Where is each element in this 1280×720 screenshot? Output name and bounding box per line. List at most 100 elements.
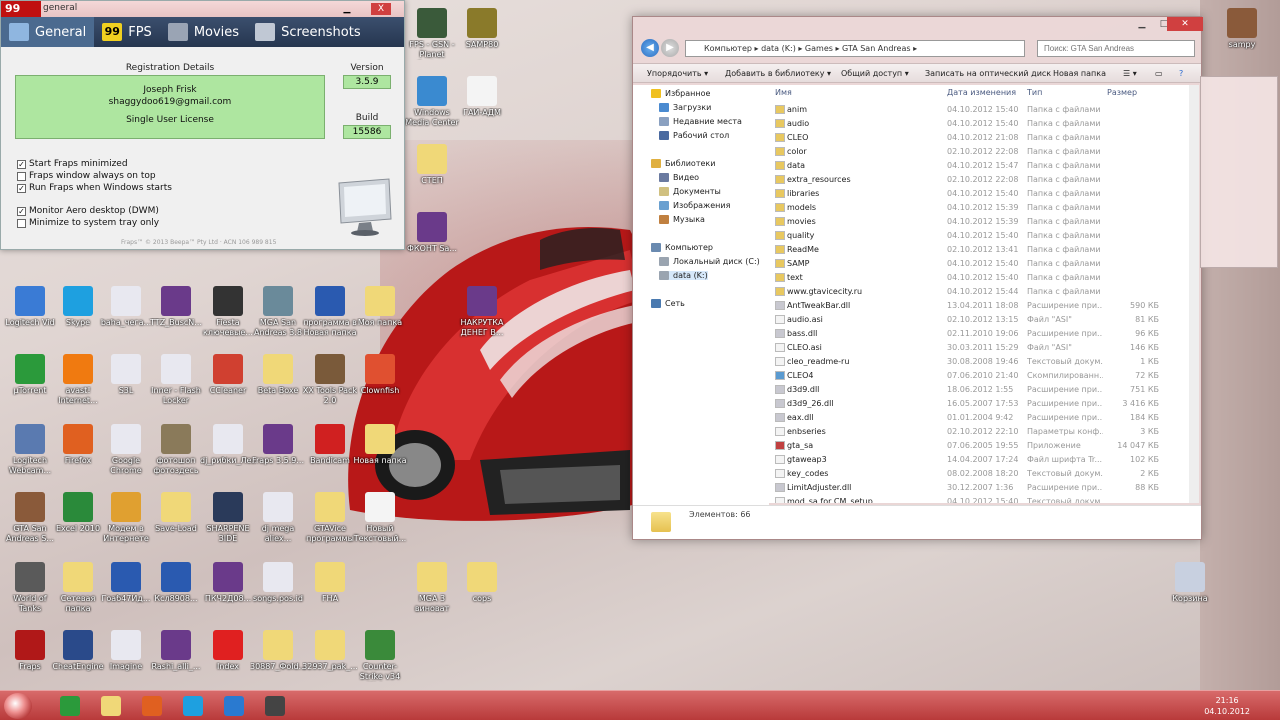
checkbox[interactable]: ✓ — [17, 183, 26, 193]
desktop-shortcut[interactable]: ФКОНТ Sa... — [404, 212, 460, 254]
column-type[interactable]: Тип — [1027, 88, 1042, 97]
table-row[interactable]: key_codes 08.02.2008 18:20 Текстовый докум… — [769, 467, 1193, 481]
desktop-shortcut[interactable]: Корзина — [1162, 562, 1218, 604]
nav-item[interactable]: Загрузки — [659, 103, 711, 112]
desktop-shortcut[interactable]: sampy — [1214, 8, 1270, 50]
taskbar-button[interactable] — [52, 693, 88, 719]
desktop-shortcut[interactable]: 30887_Фold... — [250, 630, 306, 672]
desktop-shortcut[interactable]: SHARPENE ЗIDE — [200, 492, 256, 544]
table-row[interactable]: cleo_readme-ru 30.08.2008 19:46 Текстовый … — [769, 355, 1193, 369]
tab-fps[interactable]: 99 FPS — [94, 17, 160, 47]
table-row[interactable]: CLEO.asi 30.03.2011 15:29 Файл "ASI" 146 КБ — [769, 341, 1193, 355]
table-row[interactable]: SAMP 04.10.2012 15:40 Папка с файлами — [769, 257, 1193, 271]
nav-item[interactable]: Недавние места — [659, 117, 742, 126]
column-size[interactable]: Размер — [1107, 88, 1137, 97]
table-row[interactable]: eax.dll 01.01.2004 9:42 Расширение при... 1… — [769, 411, 1193, 425]
desktop-shortcut[interactable]: Fraps 3.5.9... — [250, 424, 306, 466]
option-minimize-tray[interactable]: Minimize to system tray only — [17, 218, 159, 228]
option-run-on-start[interactable]: ✓ Run Fraps when Windows starts — [17, 183, 172, 193]
minimize-icon[interactable]: ▁ — [337, 3, 357, 15]
table-row[interactable]: www.gtavicecity.ru 04.10.2012 15:44 Папка … — [769, 285, 1193, 299]
nav-item[interactable]: Библиотеки — [651, 159, 715, 168]
breadcrumb-games[interactable]: Games — [805, 44, 833, 53]
share-button[interactable]: Общий доступ ▾ — [841, 69, 909, 78]
desktop-shortcut[interactable]: dj_рибки_Ле... — [200, 424, 256, 466]
desktop-shortcut[interactable]: GTAVice программы — [302, 492, 358, 544]
desktop-shortcut[interactable]: Новый Текстовый... — [352, 492, 408, 544]
desktop-shortcut[interactable]: baha_чега... — [98, 286, 154, 328]
desktop-shortcut[interactable]: Clownfish — [352, 354, 408, 396]
breadcrumb-computer[interactable]: Компьютер — [704, 44, 752, 53]
desktop-shortcut[interactable]: Save-Load — [148, 492, 204, 534]
table-row[interactable]: CLEO4 07.06.2010 21:40 Скомпилированн... 72… — [769, 369, 1193, 383]
table-row[interactable]: bass.dll 02.11.2010 19:06 Расширение при..… — [769, 327, 1193, 341]
nav-item[interactable]: Компьютер — [651, 243, 713, 252]
taskbar-button[interactable] — [175, 693, 211, 719]
taskbar-button[interactable] — [216, 693, 252, 719]
desktop-shortcut[interactable]: Fiesta ключевые... — [200, 286, 256, 338]
desktop-shortcut[interactable]: Rashi_alli_... — [148, 630, 204, 672]
desktop-shortcut[interactable]: Counter-Strike v34 Web... — [352, 630, 408, 682]
view-options-icon[interactable]: ☰ ▾ — [1123, 69, 1137, 78]
nav-item[interactable]: Рабочий стол — [659, 131, 729, 140]
desktop-shortcut[interactable]: TTZ_BuscN... — [148, 286, 204, 328]
checkbox[interactable]: ✓ — [17, 159, 26, 169]
table-row[interactable]: enbseries 02.10.2012 22:10 Параметры конф.… — [769, 425, 1193, 439]
desktop-shortcut[interactable]: фотошоп фотоздесь — [148, 424, 204, 476]
table-row[interactable]: data 04.10.2012 15:47 Папка с файлами — [769, 159, 1193, 173]
fraps-title-bar[interactable]: 99 general ▁ X — [1, 1, 404, 17]
breadcrumb-gta[interactable]: GTA San Andreas — [842, 44, 911, 53]
new-folder-button[interactable]: Новая папка — [1053, 69, 1106, 78]
table-row[interactable]: audio.asi 02.10.2012 13:15 Файл "ASI" 81 КБ — [769, 313, 1193, 327]
nav-item[interactable]: Избранное — [651, 89, 710, 98]
option-start-minimized[interactable]: ✓ Start Fraps minimized — [17, 159, 128, 169]
desktop-shortcut[interactable]: Imagine — [98, 630, 154, 672]
nav-item[interactable]: Изображения — [659, 201, 730, 210]
column-name[interactable]: Имя — [775, 88, 792, 97]
desktop-shortcut[interactable]: cops — [454, 562, 510, 604]
clock[interactable]: 21:16 04.10.2012 — [1204, 695, 1250, 717]
organize-button[interactable]: Упорядочить ▾ — [647, 69, 708, 78]
desktop-shortcut[interactable]: Windows Media Center — [404, 76, 460, 128]
breadcrumb-drive[interactable]: data (K:) — [761, 44, 796, 53]
preview-pane-icon[interactable]: ▭ — [1155, 69, 1163, 78]
desktop-shortcut[interactable]: SAMP80 — [454, 8, 510, 50]
table-row[interactable]: libraries 04.10.2012 15:40 Папка с файлами — [769, 187, 1193, 201]
table-row[interactable]: d3d9.dll 18.06.2012 1:55 Расширение при...… — [769, 383, 1193, 397]
taskbar-button[interactable] — [93, 693, 129, 719]
desktop-shortcut[interactable]: СТЕП — [404, 144, 460, 186]
close-icon[interactable]: ✕ — [1167, 17, 1203, 31]
desktop-shortcut[interactable]: FHA — [302, 562, 358, 604]
scrollbar[interactable] — [1189, 85, 1199, 503]
nav-item[interactable]: data (K:) — [659, 271, 708, 280]
table-row[interactable]: d3d9_26.dll 16.05.2007 17:53 Расширение пр… — [769, 397, 1193, 411]
desktop-shortcut[interactable]: НАКРУТКА ДЕНЕГ В... — [454, 286, 510, 338]
table-row[interactable]: CLEO 04.10.2012 21:08 Папка с файлами — [769, 131, 1193, 145]
table-row[interactable]: AntTweakBar.dll 13.04.2011 18:08 Расширени… — [769, 299, 1193, 313]
desktop-shortcut[interactable]: Моя папка — [352, 286, 408, 328]
table-row[interactable]: extra_resources 02.10.2012 22:08 Папка с ф… — [769, 173, 1193, 187]
desktop-shortcut[interactable]: MGA 3 виноват — [404, 562, 460, 614]
table-row[interactable]: models 04.10.2012 15:39 Папка с файлами — [769, 201, 1193, 215]
table-row[interactable]: text 04.10.2012 15:40 Папка с файлами — [769, 271, 1193, 285]
option-monitor-aero[interactable]: ✓ Monitor Aero desktop (DWM) — [17, 206, 159, 216]
desktop-shortcut[interactable]: 32937_pak_... — [302, 630, 358, 672]
column-date[interactable]: Дата изменения — [947, 88, 1016, 97]
checkbox[interactable]: ✓ — [17, 206, 26, 216]
table-row[interactable]: ReadMe 02.10.2012 13:41 Папка с файлами — [769, 243, 1193, 257]
desktop-shortcut[interactable]: Google Chrome — [98, 424, 154, 476]
desktop-shortcut[interactable]: Inner - Flash Locker — [148, 354, 204, 406]
checkbox[interactable] — [17, 218, 26, 228]
taskbar-button[interactable] — [257, 693, 293, 719]
nav-item[interactable]: Видео — [659, 173, 699, 182]
desktop-shortcut[interactable]: FPS - GSN - Planet System — [404, 8, 460, 60]
table-row[interactable]: LimitAdjuster.dll 30.12.2007 1:36 Расширен… — [769, 481, 1193, 495]
desktop-shortcut[interactable]: Новая папка — [352, 424, 408, 466]
background-window[interactable] — [1200, 76, 1278, 268]
desktop-shortcut[interactable]: ПКЧ2Д08... — [200, 562, 256, 604]
desktop-shortcut[interactable]: Bandicam — [302, 424, 358, 466]
forward-arrow-icon[interactable]: ▶ — [661, 39, 679, 57]
table-row[interactable]: mod_sa for CM_setup 04.10.2012 15:40 Текст… — [769, 495, 1193, 503]
table-row[interactable]: movies 04.10.2012 15:39 Папка с файлами — [769, 215, 1193, 229]
tab-screenshots[interactable]: Screenshots — [247, 17, 369, 47]
